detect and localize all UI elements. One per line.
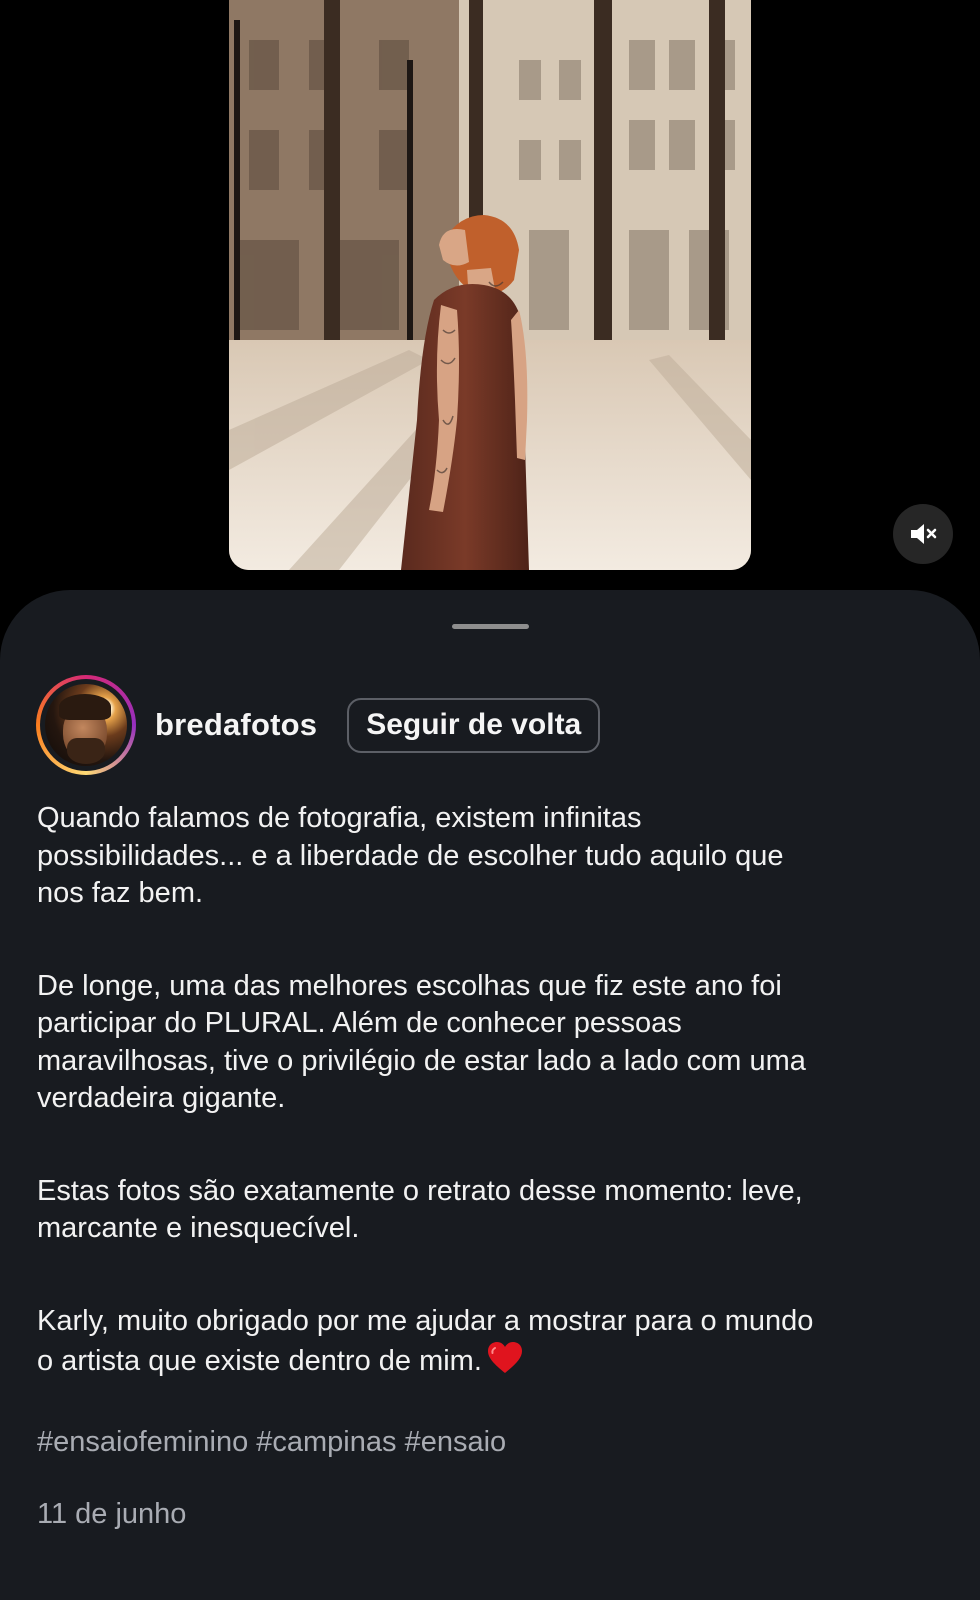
post-caption: Quando falamos de fotografia, existem in… — [37, 800, 937, 1436]
red-heart-emoji — [487, 1342, 522, 1373]
caption-text: Karly, muito obrigado por me ajudar a mo… — [37, 1304, 814, 1378]
post-photo[interactable] — [229, 0, 751, 570]
post-author: bredafotos Seguir de volta — [36, 675, 936, 775]
caption-paragraph-last: Karly, muito obrigado por me ajudar a mo… — [37, 1303, 937, 1381]
caption-paragraph: De longe, uma das melhores escolhas que … — [37, 969, 806, 1115]
photo-image — [229, 0, 751, 570]
avatar-image — [45, 684, 127, 766]
media-viewer — [0, 0, 980, 600]
avatar-hair — [59, 694, 111, 720]
hashtag-link[interactable]: #campinas — [256, 1426, 396, 1458]
caption-paragraph: Quando falamos de fotografia, existem in… — [37, 802, 784, 909]
mute-button[interactable] — [893, 504, 953, 564]
hashtag-link[interactable]: #ensaio — [405, 1426, 507, 1458]
avatar-gap — [40, 679, 132, 771]
caption-sheet: bredafotos Seguir de volta Quando falamo… — [0, 590, 980, 1600]
hashtags: #ensaiofeminino #campinas #ensaio — [37, 1426, 506, 1459]
caption-paragraph: Estas fotos são exatamente o retrato des… — [37, 1174, 803, 1245]
username[interactable]: bredafotos — [155, 707, 317, 743]
follow-back-button[interactable]: Seguir de volta — [347, 697, 601, 753]
post-date: 11 de junho — [37, 1498, 187, 1530]
avatar[interactable] — [36, 675, 136, 775]
speaker-muted-icon — [911, 524, 937, 544]
hashtag-link[interactable]: #ensaiofeminino — [37, 1426, 248, 1458]
avatar-beard — [67, 738, 105, 764]
sheet-grabber[interactable] — [452, 624, 529, 629]
